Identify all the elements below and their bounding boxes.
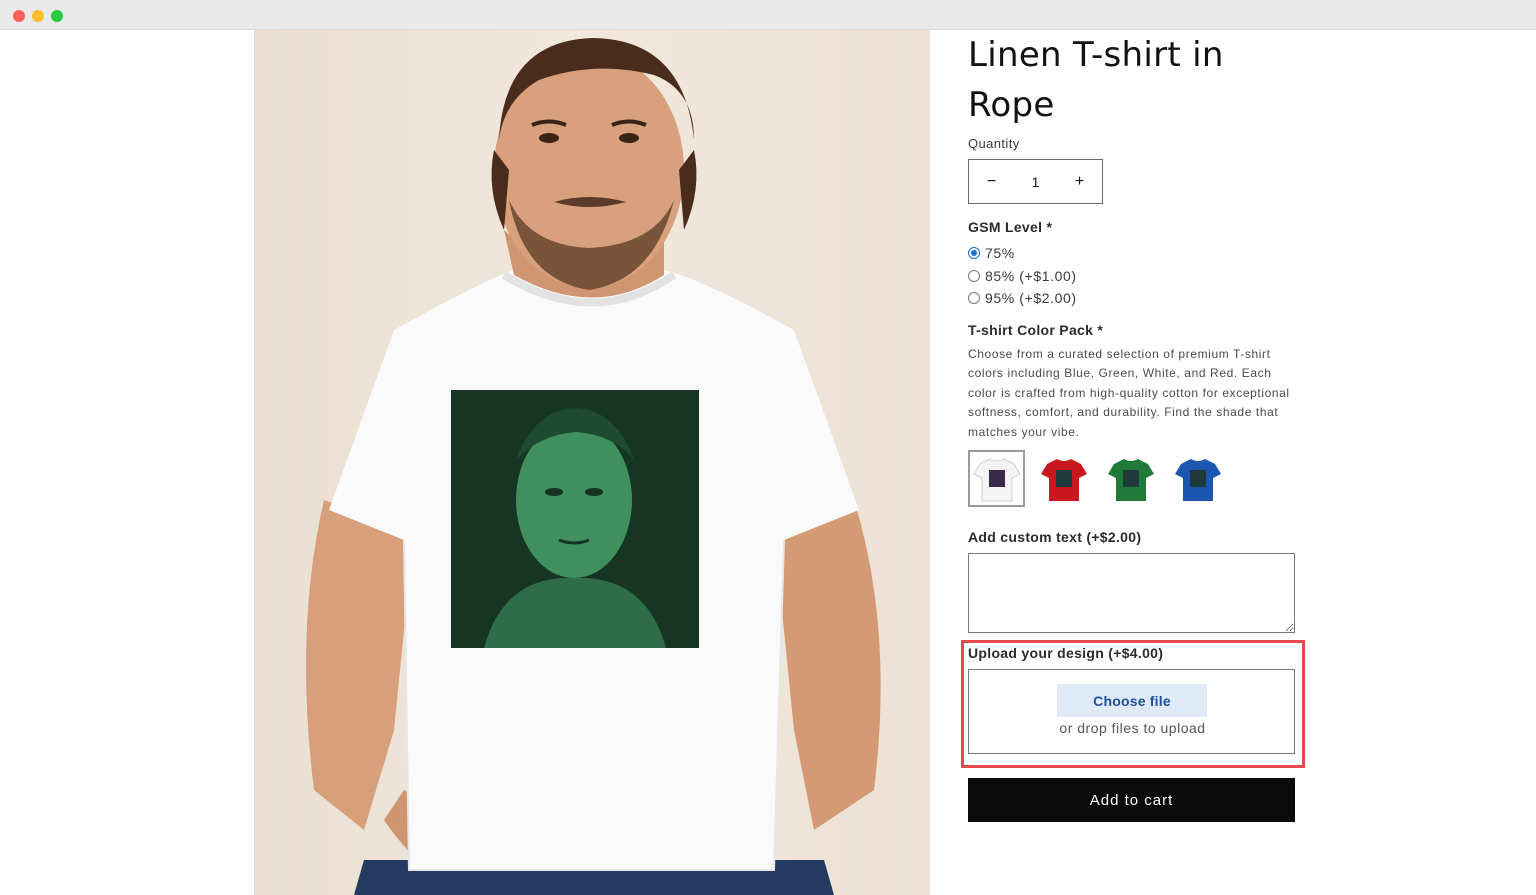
gsm-option-85[interactable]: 85% (+$1.00) <box>968 268 1077 284</box>
close-window-button[interactable] <box>13 10 25 22</box>
product-photo-illustration <box>306 38 881 895</box>
custom-text-field[interactable] <box>968 553 1295 633</box>
gsm-option-label: 85% (+$1.00) <box>985 268 1077 284</box>
quantity-input[interactable] <box>1015 173 1056 190</box>
upload-highlight-box <box>961 640 1305 768</box>
product-image[interactable] <box>254 30 930 895</box>
quantity-increase-button[interactable]: + <box>1057 160 1102 203</box>
gsm-option-95[interactable]: 95% (+$2.00) <box>968 290 1077 306</box>
color-pack-label: T-shirt Color Pack * <box>968 322 1104 338</box>
swatch-white[interactable] <box>968 450 1025 507</box>
quantity-decrease-button[interactable]: − <box>969 160 1014 203</box>
tshirt-blue-icon <box>1174 458 1221 501</box>
gsm-level-label: GSM Level * <box>968 219 1053 235</box>
radio-icon[interactable] <box>968 292 980 304</box>
tshirt-green-icon <box>1107 458 1154 501</box>
swatch-blue[interactable] <box>1169 450 1226 507</box>
gsm-option-label: 95% (+$2.00) <box>985 290 1077 306</box>
tshirt-red-icon <box>1040 458 1087 501</box>
window-titlebar <box>0 0 1536 30</box>
product-title: Linen T-shirt in Rope <box>968 35 1224 125</box>
custom-text-label: Add custom text (+$2.00) <box>968 529 1142 545</box>
quantity-label: Quantity <box>968 136 1020 151</box>
gsm-option-75[interactable]: 75% <box>968 245 1015 261</box>
tshirt-white-icon <box>972 457 1021 501</box>
add-to-cart-button[interactable]: Add to cart <box>968 778 1295 822</box>
color-swatch-list <box>968 450 1226 507</box>
swatch-red[interactable] <box>1035 450 1092 507</box>
color-pack-description: Choose from a curated selection of premi… <box>968 347 1290 439</box>
swatch-green[interactable] <box>1102 450 1159 507</box>
maximize-window-button[interactable] <box>51 10 63 22</box>
gsm-option-label: 75% <box>985 245 1015 261</box>
radio-selected-icon[interactable] <box>968 247 980 259</box>
quantity-stepper: − + <box>968 159 1103 204</box>
radio-icon[interactable] <box>968 270 980 282</box>
minimize-window-button[interactable] <box>32 10 44 22</box>
